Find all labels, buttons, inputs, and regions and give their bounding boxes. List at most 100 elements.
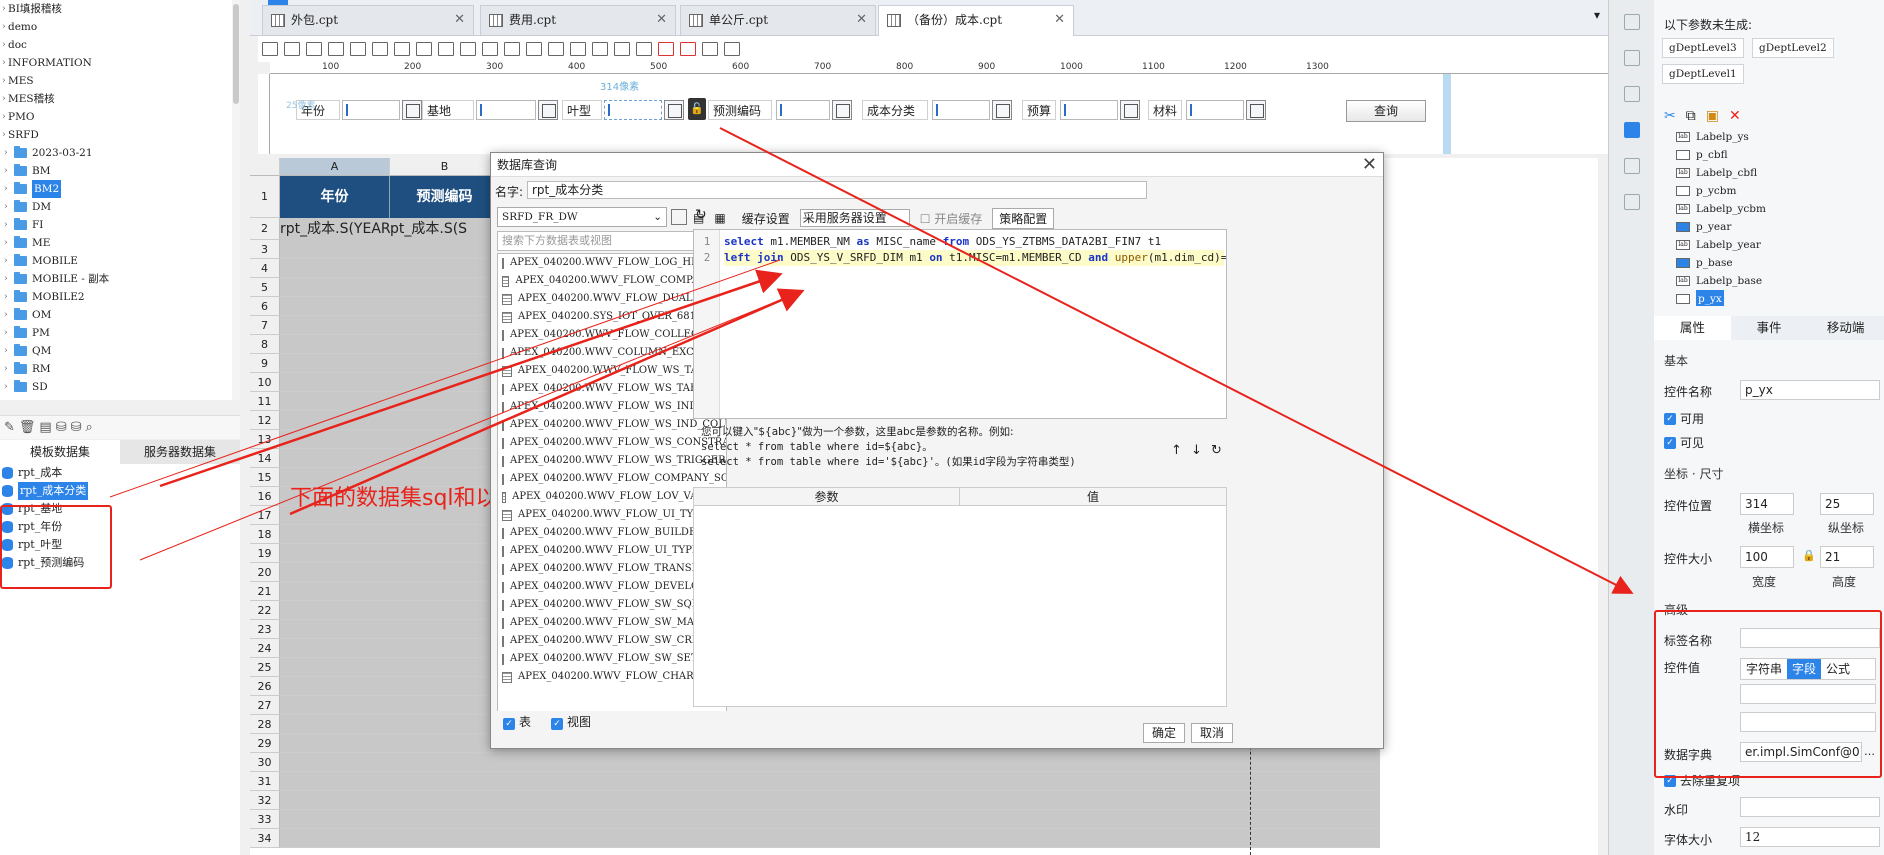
font-size-select[interactable]: 12 — [1740, 827, 1880, 847]
param-label-budget[interactable]: 预算 — [1022, 100, 1056, 120]
row-header[interactable]: 27 — [250, 696, 280, 715]
row-header[interactable]: 29 — [250, 734, 280, 753]
table-list-item[interactable]: APEX_040200.WWV_FLOW_COLLECTION_M — [498, 326, 726, 344]
widget-tree-item[interactable]: lab Labelp_base — [1676, 272, 1876, 290]
row-header[interactable]: 20 — [250, 563, 280, 582]
tab-menu-icon[interactable]: ▾ — [1594, 8, 1600, 22]
tab-attributes[interactable]: 属性 — [1654, 316, 1731, 340]
param-label-base[interactable]: 基地 — [422, 100, 474, 120]
file-tab[interactable]: 外包.cpt ✕ — [262, 5, 474, 35]
param-combo-cost-type[interactable] — [992, 100, 1012, 120]
row-header[interactable]: 8 — [250, 335, 280, 354]
visible-checkbox[interactable]: ✓ 可见 — [1664, 434, 1704, 451]
table-row[interactable] — [280, 753, 1380, 772]
widget-tree-item[interactable]: lab Labelp_ycbm — [1676, 200, 1876, 218]
table-list-item[interactable]: APEX_040200.WWV_FLOW_TRANSLATABLE — [498, 560, 726, 578]
tab-template-dataset[interactable]: 模板数据集 — [0, 440, 120, 464]
table-list-item[interactable]: APEX_040200.WWV_FLOW_WS_TABLES — [498, 362, 726, 380]
tree-item[interactable]: › QM — [0, 342, 239, 360]
row-header[interactable]: 26 — [250, 677, 280, 696]
chevron-right-icon[interactable]: › — [4, 198, 14, 216]
database-icon[interactable]: ⛁ — [56, 420, 67, 435]
cache-select[interactable]: 采用服务器设置 — [799, 209, 910, 227]
param-chip[interactable]: gDeptLevel3 — [1662, 38, 1744, 58]
tree-item[interactable]: › 2023-03-21 — [0, 144, 239, 162]
param-input-forecast[interactable] — [776, 100, 830, 120]
param-input-cost-type[interactable] — [932, 100, 990, 120]
dataset-item[interactable]: rpt_成本 — [0, 464, 240, 482]
tree-item[interactable]: › demo — [0, 18, 239, 36]
data-cell[interactable]: pt_成本.S(S — [390, 218, 500, 240]
widget-tree-item[interactable]: p_base — [1676, 254, 1876, 272]
widget-tool-icon[interactable] — [592, 42, 608, 56]
widget-name-input[interactable]: p_yx — [1740, 380, 1880, 400]
widget-tool-icon[interactable] — [482, 42, 498, 56]
param-input-base[interactable] — [476, 100, 536, 120]
tree-item[interactable]: › BM — [0, 162, 239, 180]
row-header[interactable]: 1 — [250, 176, 280, 218]
row-header[interactable]: 32 — [250, 791, 280, 810]
chevron-right-icon[interactable]: › — [4, 378, 14, 396]
param-panel-resize-handle[interactable] — [1443, 74, 1451, 154]
frame-icon[interactable] — [1623, 86, 1640, 102]
tree-item[interactable]: › DM — [0, 198, 239, 216]
file-tab[interactable]: 费用.cpt ✕ — [480, 5, 676, 35]
widget-tool-icon[interactable] — [548, 42, 564, 56]
header-cell[interactable]: 年份 — [280, 176, 390, 218]
tree-item[interactable]: › OM — [0, 306, 239, 324]
row-header[interactable]: 11 — [250, 392, 280, 411]
widget-tree-item[interactable]: p_cbfl — [1676, 146, 1876, 164]
cancel-button[interactable]: 取消 — [1191, 723, 1233, 743]
table-list-item[interactable]: APEX_040200.WWV_FLOW_CHARSETS — [498, 668, 726, 686]
widget-tree-item[interactable]: lab Labelp_year — [1676, 236, 1876, 254]
ok-button[interactable]: 确定 — [1143, 723, 1185, 743]
table-list-item[interactable]: APEX_040200.WWV_FLOW_UI_TYPE_FEAT — [498, 542, 726, 560]
row-header[interactable]: 19 — [250, 544, 280, 563]
row-header[interactable]: 34 — [250, 829, 280, 848]
chevron-right-icon[interactable]: › — [4, 324, 14, 342]
chevron-right-icon[interactable]: › — [4, 162, 14, 180]
table-list-item[interactable]: APEX_040200.WWV_FLOW_COMPANY_SCHE — [498, 470, 726, 488]
widget-tree-item[interactable]: lab Labelp_cbfl — [1676, 164, 1876, 182]
widget-tool-icon[interactable] — [680, 42, 696, 56]
pos-x-stepper[interactable]: 314 — [1740, 493, 1794, 515]
table-list-item[interactable]: APEX_040200.WWV_FLOW_WS_CONSTRAIN — [498, 434, 726, 452]
param-label-blade[interactable]: 叶型 — [562, 100, 602, 120]
row-header[interactable]: 31 — [250, 772, 280, 791]
row-header[interactable]: 15 — [250, 468, 280, 487]
paste-icon[interactable]: ▣ — [1706, 108, 1719, 124]
param-label-cost-type[interactable]: 成本分类 — [862, 100, 928, 120]
row-header[interactable]: 3 — [250, 240, 280, 259]
param-combo-material[interactable] — [1246, 100, 1266, 120]
chevron-right-icon[interactable]: › — [4, 306, 14, 324]
table-list-item[interactable]: APEX_040200.WWV_FLOW_COMPANIES — [498, 272, 726, 290]
widget-tool-icon[interactable] — [394, 42, 410, 56]
data-cell[interactable]: rpt_成本.S(YEARS) — [280, 218, 390, 240]
widget-tool-icon[interactable] — [570, 42, 586, 56]
row-header[interactable]: 16 — [250, 487, 280, 506]
chevron-right-icon[interactable]: › — [4, 234, 14, 252]
table-list-item[interactable]: APEX_040200.WWV_FLOW_WS_TAB_COLUM — [498, 380, 726, 398]
widget-tool-icon[interactable] — [526, 42, 542, 56]
row-header[interactable]: 10 — [250, 373, 280, 392]
tree-item[interactable]: › SRFD — [0, 126, 239, 144]
widget-settings-icon[interactable] — [1623, 122, 1640, 138]
chevron-right-icon[interactable]: › — [4, 288, 14, 306]
table-list-item[interactable]: APEX_040200.WWV_FLOW_SW_MAIN_KEYW — [498, 614, 726, 632]
link-icon[interactable] — [1623, 194, 1640, 210]
table-row[interactable] — [280, 772, 1380, 791]
tree-item[interactable]: › PM — [0, 324, 239, 342]
row-header[interactable]: 9 — [250, 354, 280, 373]
tree-item[interactable]: › INFORMATION — [0, 54, 239, 72]
table-row[interactable] — [280, 810, 1380, 829]
column-header[interactable]: A — [280, 158, 390, 176]
chevron-right-icon[interactable]: › — [4, 252, 14, 270]
widget-tool-icon[interactable] — [328, 42, 344, 56]
height-stepper[interactable]: 21 — [1820, 546, 1874, 568]
tree-item[interactable]: › PMO — [0, 108, 239, 126]
close-icon[interactable]: ✕ — [856, 6, 867, 34]
connection-select[interactable]: SRFD_FR_DW ⌄ — [497, 207, 667, 227]
tree-item[interactable]: › doc — [0, 36, 239, 54]
dataset-name-input[interactable]: rpt_成本分类 — [527, 181, 1147, 199]
move-up-icon[interactable]: ↑ — [1171, 443, 1182, 458]
